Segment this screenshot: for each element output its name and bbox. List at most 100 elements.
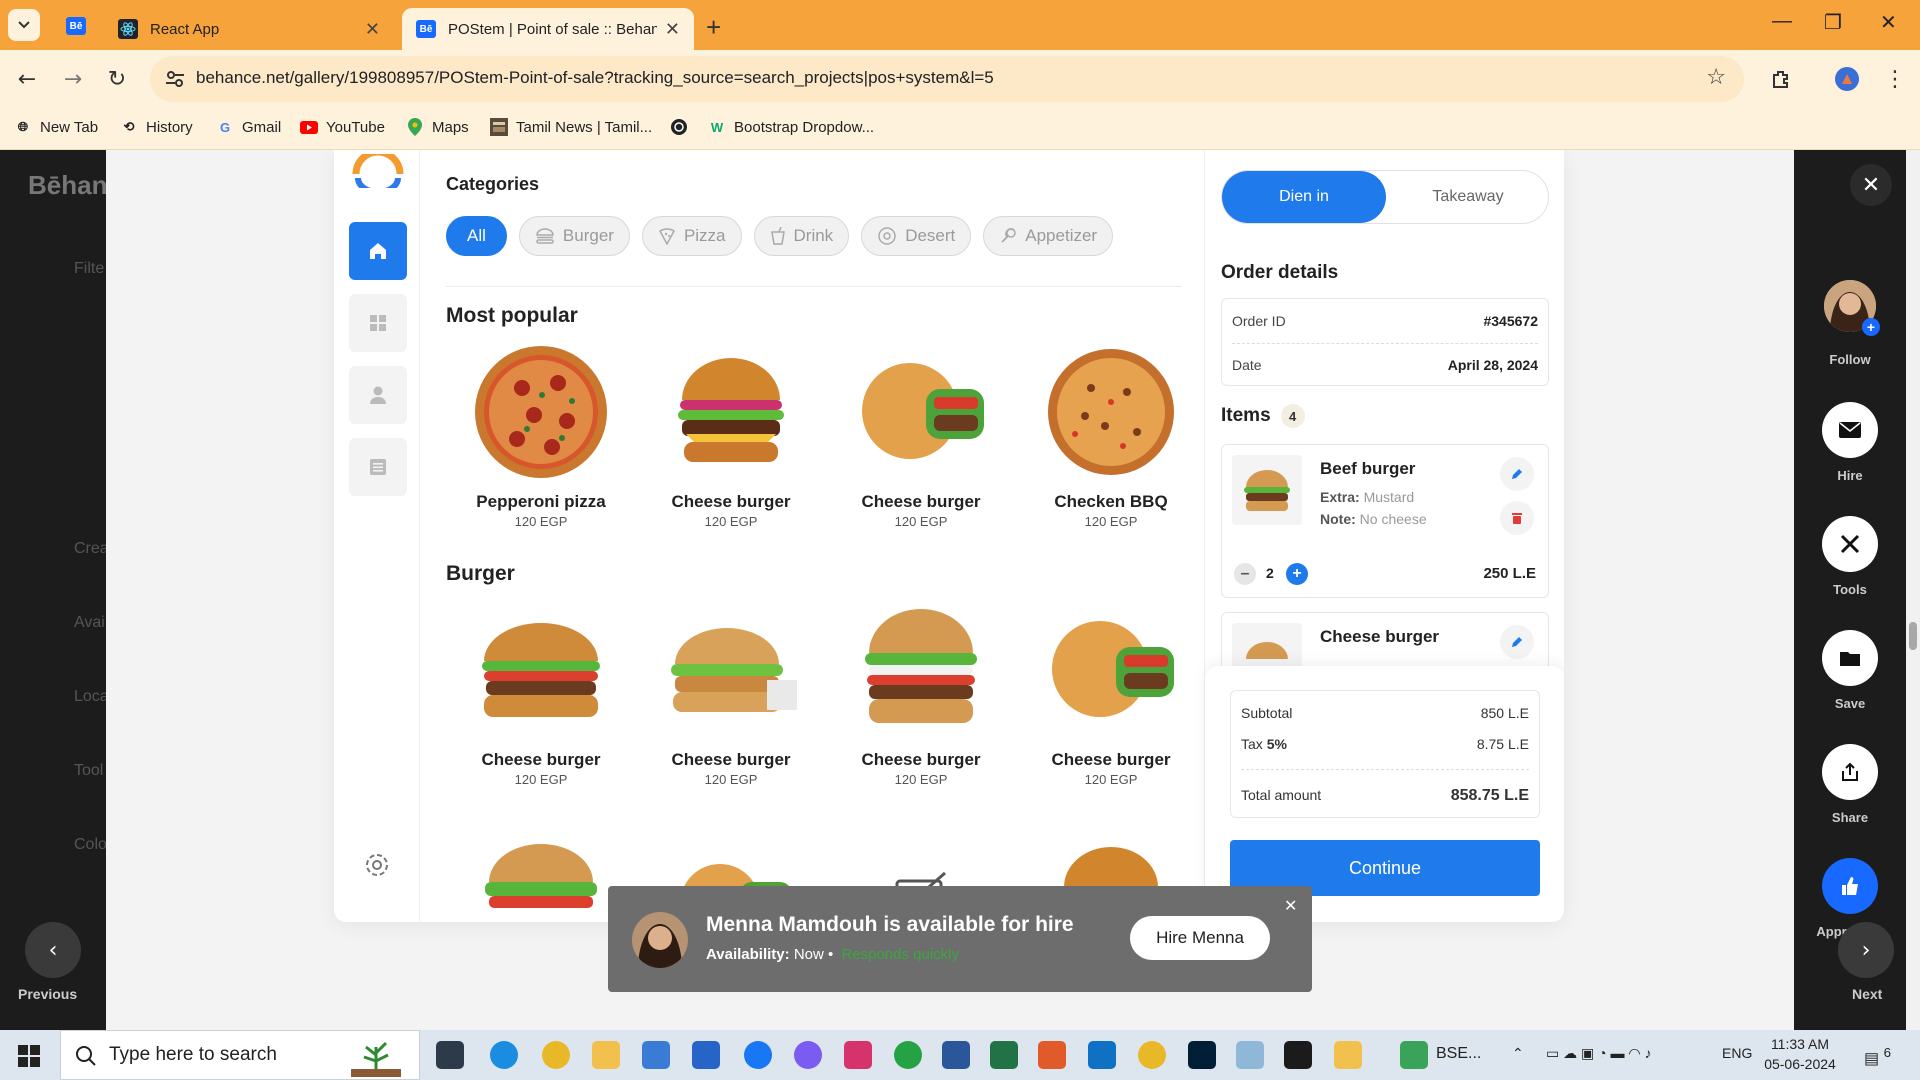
task-view-icon[interactable] [436,1041,464,1069]
product-card[interactable]: Pepperoni pizza 120 EGP [446,342,636,529]
scroll-thumb[interactable] [1909,622,1917,650]
decrease-qty-button[interactable]: – [1234,563,1256,585]
close-project-button[interactable]: ✕ [1850,164,1892,206]
tray-chevron-icon[interactable]: ⌃ [1512,1045,1524,1062]
bookmark-youtube[interactable]: YouTube [300,118,385,136]
file-explorer-icon[interactable] [592,1041,620,1069]
chrome-icon[interactable] [542,1041,570,1069]
menu-kebab-icon[interactable]: ⋮ [1882,66,1908,92]
edit-item-button[interactable] [1500,457,1534,491]
category-chip-drink[interactable]: Drink [753,216,850,256]
close-tab-icon[interactable]: ✕ [365,19,380,40]
mail-icon[interactable] [642,1041,670,1069]
stock-chart-icon[interactable] [1400,1041,1428,1069]
extensions-icon[interactable] [1768,66,1794,92]
bookmark-web[interactable] [670,118,696,136]
new-tab-button[interactable]: + [706,12,721,43]
share-button[interactable] [1822,744,1878,800]
app-icon[interactable] [1236,1041,1264,1069]
news-icon [490,118,508,136]
vscode-icon[interactable] [1088,1041,1116,1069]
taskbar-app-label[interactable]: BSE... [1436,1045,1481,1063]
home-nav-button[interactable] [349,222,407,280]
facebook-icon[interactable] [744,1041,772,1069]
language-indicator[interactable]: ENG [1722,1045,1752,1061]
category-chip-all[interactable]: All [446,216,507,256]
terminal-icon[interactable] [1284,1041,1312,1069]
product-card[interactable]: Checken BBQ 120 EGP [1016,342,1206,529]
taskbar-search[interactable]: Type here to search [60,1030,420,1080]
product-card[interactable]: Cheese burger 120 EGP [1016,600,1206,787]
close-window-button[interactable]: ✕ [1880,10,1897,35]
edit-item-button[interactable] [1500,625,1534,659]
product-name: Checken BBQ [1054,492,1168,511]
hire-button[interactable] [1822,402,1878,458]
reload-icon[interactable]: ↻ [104,66,130,92]
close-tab-icon[interactable]: ✕ [665,19,680,40]
forward-icon[interactable]: → [60,66,86,92]
takeaway-button[interactable]: Takeaway [1386,171,1550,223]
restore-button[interactable]: ❐ [1824,10,1842,35]
minimize-button[interactable]: — [1772,10,1792,33]
delete-item-button[interactable] [1500,501,1534,535]
clock[interactable]: 11:33 AM 05-06-2024 [1760,1034,1840,1074]
instagram-icon[interactable] [844,1041,872,1069]
bookmark-star-icon[interactable]: ☆ [1706,65,1726,90]
save-button[interactable] [1822,630,1878,686]
mail-icon [1839,422,1861,438]
settings-gear-icon[interactable] [362,850,392,880]
bookmark-tamil-news[interactable]: Tamil News | Tamil... [490,118,652,136]
excel-icon[interactable] [990,1041,1018,1069]
address-bar[interactable]: behance.net/gallery/199808957/POStem-Poi… [150,56,1744,102]
follow-label[interactable]: Follow [1794,352,1906,367]
dine-in-button[interactable]: Dien in [1222,171,1386,223]
appreciate-button[interactable] [1822,858,1878,914]
category-chip-appetizer[interactable]: Appetizer [983,216,1114,256]
hire-menna-button[interactable]: Hire Menna [1130,916,1270,960]
site-settings-icon[interactable] [164,68,186,90]
product-card[interactable]: Cheese burger 120 EGP [636,342,826,529]
profile-avatar[interactable] [1834,66,1860,92]
folder-icon[interactable] [1334,1041,1362,1069]
category-chip-burger[interactable]: Burger [518,216,630,256]
follow-plus-icon[interactable]: + [1862,318,1880,336]
tab-postem[interactable]: Bē POStem | Point of sale :: Behanc ✕ [402,8,694,50]
bookmark-new-tab[interactable]: 🌐︎ New Tab [14,118,98,136]
chrome-active-icon[interactable] [1138,1041,1166,1069]
tools-button[interactable] [1822,516,1878,572]
windows-start-icon[interactable] [18,1045,40,1067]
photoshop-icon[interactable] [1188,1041,1216,1069]
items-label: Items [1221,405,1271,426]
bookmark-bootstrap[interactable]: W Bootstrap Dropdow... [708,118,874,136]
tab-search-button[interactable] [8,9,40,41]
store-icon[interactable] [692,1041,720,1069]
notifications-icon[interactable]: ▤ 6 [1864,1045,1891,1068]
grid-nav-button[interactable] [349,294,407,352]
previous-project-button[interactable]: ‹ [25,922,81,978]
word-icon[interactable] [942,1041,970,1069]
tab-react-app[interactable]: React App ✕ [104,8,394,50]
pinned-tab-behance[interactable]: Bē [56,10,96,42]
close-toast-icon[interactable]: ✕ [1284,896,1297,915]
app-icon[interactable] [1038,1041,1066,1069]
list-nav-button[interactable] [349,438,407,496]
bookmark-gmail[interactable]: G Gmail [216,118,281,136]
product-card[interactable]: Cheese burger 120 EGP [636,600,826,787]
bookmark-maps[interactable]: Maps [406,118,469,136]
edge-icon[interactable] [490,1041,518,1069]
messenger-icon[interactable] [794,1041,822,1069]
category-chip-pizza[interactable]: Pizza [641,216,742,256]
product-card[interactable]: Cheese burger 120 EGP [446,600,636,787]
tray-icons[interactable]: ▭ ☁ ▣ ◔ ▬ ◠ ♪ [1546,1045,1651,1062]
increase-qty-button[interactable]: + [1286,563,1308,585]
category-chip-desert[interactable]: Desert [861,216,972,256]
back-icon[interactable]: ← [14,66,40,92]
bookmark-history[interactable]: ⟲ History [120,118,193,136]
whatsapp-icon[interactable] [894,1041,922,1069]
product-card[interactable]: Cheese burger 120 EGP [826,342,1016,529]
user-nav-button[interactable] [349,366,407,424]
order-summary: Subtotal 850 L.E Tax 5% 8.75 L.E Total amo… [1205,666,1564,922]
page-scrollbar[interactable] [1906,150,1920,1030]
next-project-button[interactable]: › [1838,922,1894,978]
product-card[interactable]: Cheese burger 120 EGP [826,600,1016,787]
